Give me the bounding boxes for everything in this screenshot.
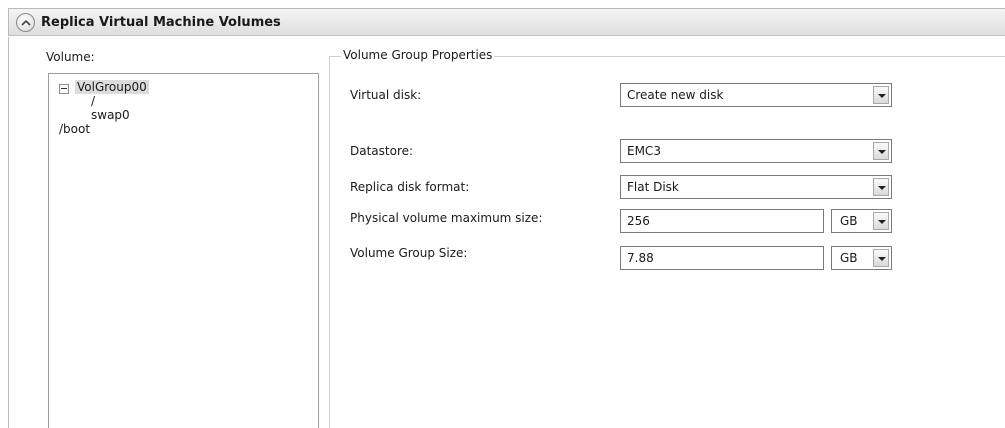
datastore-label: Datastore: — [350, 144, 414, 158]
chevron-down-icon[interactable] — [873, 212, 889, 230]
tree-node-swap0[interactable]: swap0 — [91, 108, 130, 122]
panel-title: Replica Virtual Machine Volumes — [41, 15, 281, 30]
vg-size-label: Volume Group Size: — [350, 246, 468, 260]
panel-header: Replica Virtual Machine Volumes — [8, 8, 1005, 36]
vg-size-unit-select[interactable]: GB — [831, 246, 892, 270]
pv-max-size-unit-select[interactable]: GB — [831, 209, 892, 233]
disk-format-value: Flat Disk — [627, 180, 679, 194]
chevron-down-icon[interactable] — [873, 142, 889, 160]
virtual-disk-value: Create new disk — [627, 88, 724, 102]
chevron-down-icon[interactable] — [873, 178, 889, 196]
virtual-disk-select[interactable]: Create new disk — [620, 83, 892, 107]
minus-box-icon[interactable] — [59, 84, 69, 94]
disk-format-select[interactable]: Flat Disk — [620, 175, 892, 199]
chevron-up-icon — [21, 19, 31, 26]
virtual-disk-label: Virtual disk: — [350, 88, 422, 102]
chevron-down-icon[interactable] — [873, 249, 889, 267]
datastore-value: EMC3 — [627, 144, 661, 158]
volume-label: Volume: — [46, 50, 95, 64]
datastore-select[interactable]: EMC3 — [620, 139, 892, 163]
vg-size-unit: GB — [840, 251, 858, 265]
pv-max-size-input[interactable]: 256 — [620, 209, 824, 233]
volume-group-properties-title: Volume Group Properties — [341, 48, 495, 62]
pv-max-size-label: Physical volume maximum size: — [350, 211, 543, 225]
disk-format-label: Replica disk format: — [350, 180, 470, 194]
chevron-down-icon[interactable] — [873, 86, 889, 104]
tree-node-boot[interactable]: /boot — [59, 122, 90, 136]
tree-node-root[interactable]: / — [91, 94, 95, 108]
vg-size-input[interactable]: 7.88 — [620, 246, 824, 270]
collapse-button[interactable] — [16, 13, 35, 32]
volume-tree[interactable]: VolGroup00 / swap0 /boot — [48, 73, 319, 428]
pv-max-size-unit: GB — [840, 214, 858, 228]
volume-group-properties-box — [329, 56, 1005, 428]
tree-node-volgroup00[interactable]: VolGroup00 — [75, 80, 149, 94]
